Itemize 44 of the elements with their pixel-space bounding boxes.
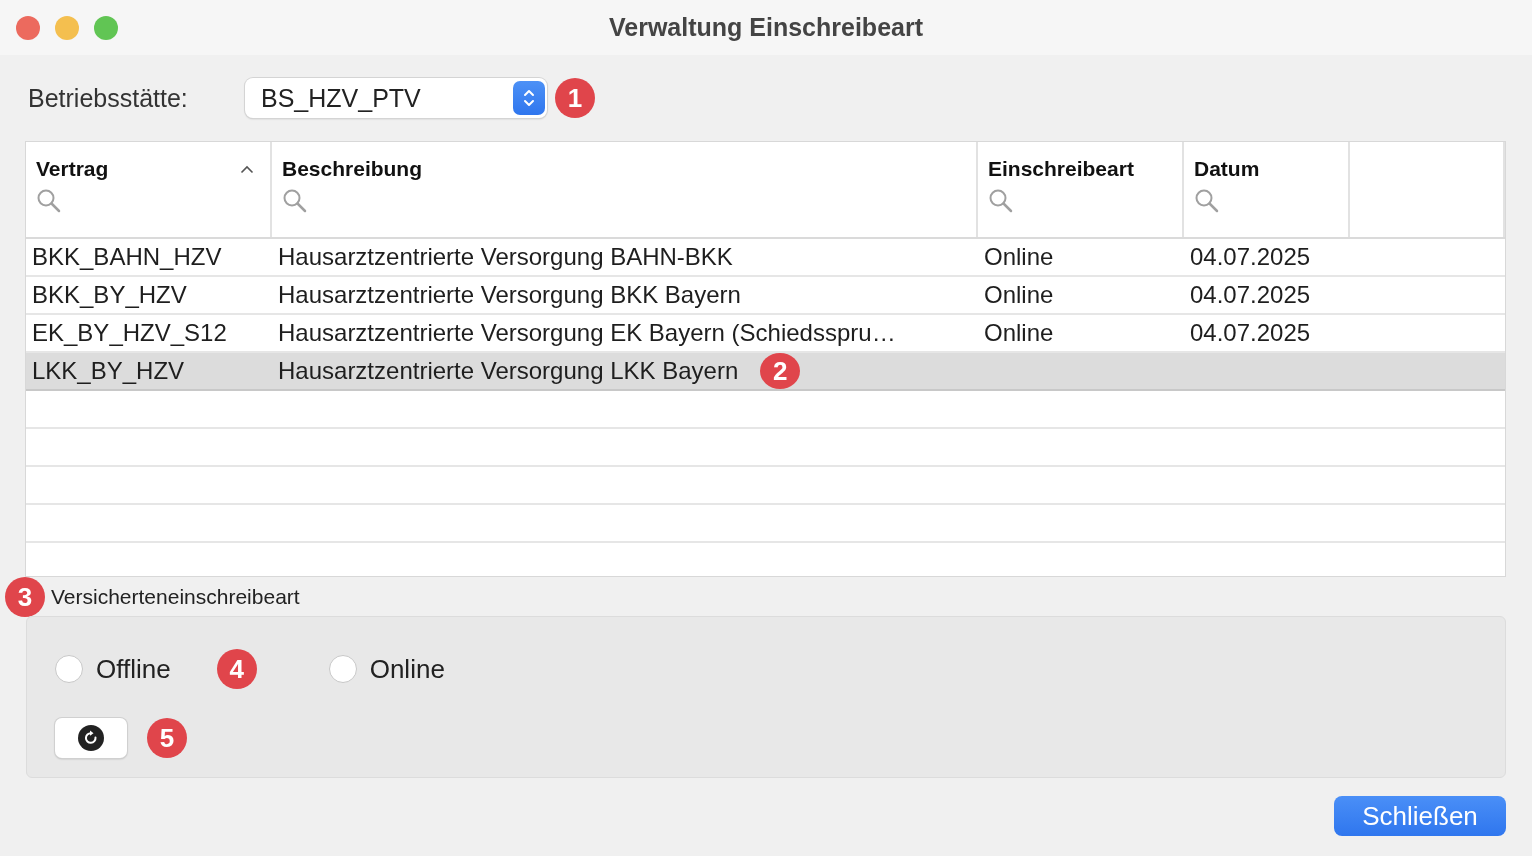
callout-badge: 4	[216, 649, 257, 689]
radio-option[interactable]: Online	[328, 653, 445, 685]
table-cell: Online	[984, 243, 1054, 271]
search-icon	[282, 188, 308, 214]
search-icon	[36, 188, 62, 214]
search-icon	[988, 188, 1014, 214]
chevron-updown-icon	[522, 87, 536, 109]
callout-badge: 5	[147, 718, 187, 758]
table-cell: 04.07.2025	[1190, 281, 1311, 309]
callout-badge: 3	[5, 577, 45, 617]
reset-button[interactable]	[55, 718, 127, 758]
table-cell: Hausarztzentrierte Versorgung EK Bayern (Schiedsspru…	[278, 319, 896, 347]
callout-badge: 1	[555, 78, 595, 118]
table-cell: 04.07.2025	[1190, 243, 1311, 271]
table-cell: Hausarztzentrierte Versorgung LKK Bayern	[278, 357, 739, 385]
table-row[interactable]: LKK_BY_HZV Hausarztzentrierte Versorgung LKK Bayern 2	[26, 353, 1505, 391]
column-header[interactable]: Beschreibung	[282, 157, 423, 181]
column-header[interactable]: Vertrag	[36, 157, 109, 181]
table-row[interactable]: BKK_BAHN_HZV Hausarztzentrierte Versorgung BAHN-BKK Online 04.07.2025	[26, 239, 1505, 277]
radio-option[interactable]: Offline	[55, 653, 171, 685]
callout-badge: 2	[760, 353, 801, 389]
close-button[interactable]	[16, 15, 40, 40]
table-cell: Online	[984, 281, 1054, 309]
minimize-button[interactable]	[55, 15, 79, 40]
table-cell: BKK_BAHN_HZV	[32, 243, 222, 271]
zoom-button[interactable]	[94, 15, 118, 40]
group-title: Versicherteneinschreibeart	[51, 585, 300, 609]
window-title: Verwaltung Einschreibeart	[609, 13, 923, 42]
field-label: Betriebsstätte:	[28, 83, 189, 113]
table-cell: Hausarztzentrierte Versorgung BKK Bayern	[278, 281, 741, 309]
column-header[interactable]: Datum	[1194, 157, 1260, 181]
table-row[interactable]: BKK_BY_HZV Hausarztzentrierte Versorgung BKK Bayern Online 04.07.2025	[26, 277, 1505, 315]
table-cell: LKK_BY_HZV	[32, 357, 185, 385]
table-cell: BKK_BY_HZV	[32, 281, 187, 309]
table-cell: Hausarztzentrierte Versorgung BAHN-BKK	[278, 243, 733, 271]
table-cell: EK_BY_HZV_S12	[32, 319, 227, 347]
search-icon	[1194, 188, 1220, 214]
column-header[interactable]: Einschreibeart	[988, 157, 1134, 181]
close-button[interactable]: Schließen	[1334, 796, 1506, 836]
refresh-icon	[78, 725, 104, 751]
table-cell: Online	[984, 319, 1054, 347]
site-dropdown[interactable]: BS_HZV_PTV	[245, 78, 547, 118]
sort-caret-icon	[240, 164, 254, 174]
table-cell: 04.07.2025	[1190, 319, 1311, 347]
